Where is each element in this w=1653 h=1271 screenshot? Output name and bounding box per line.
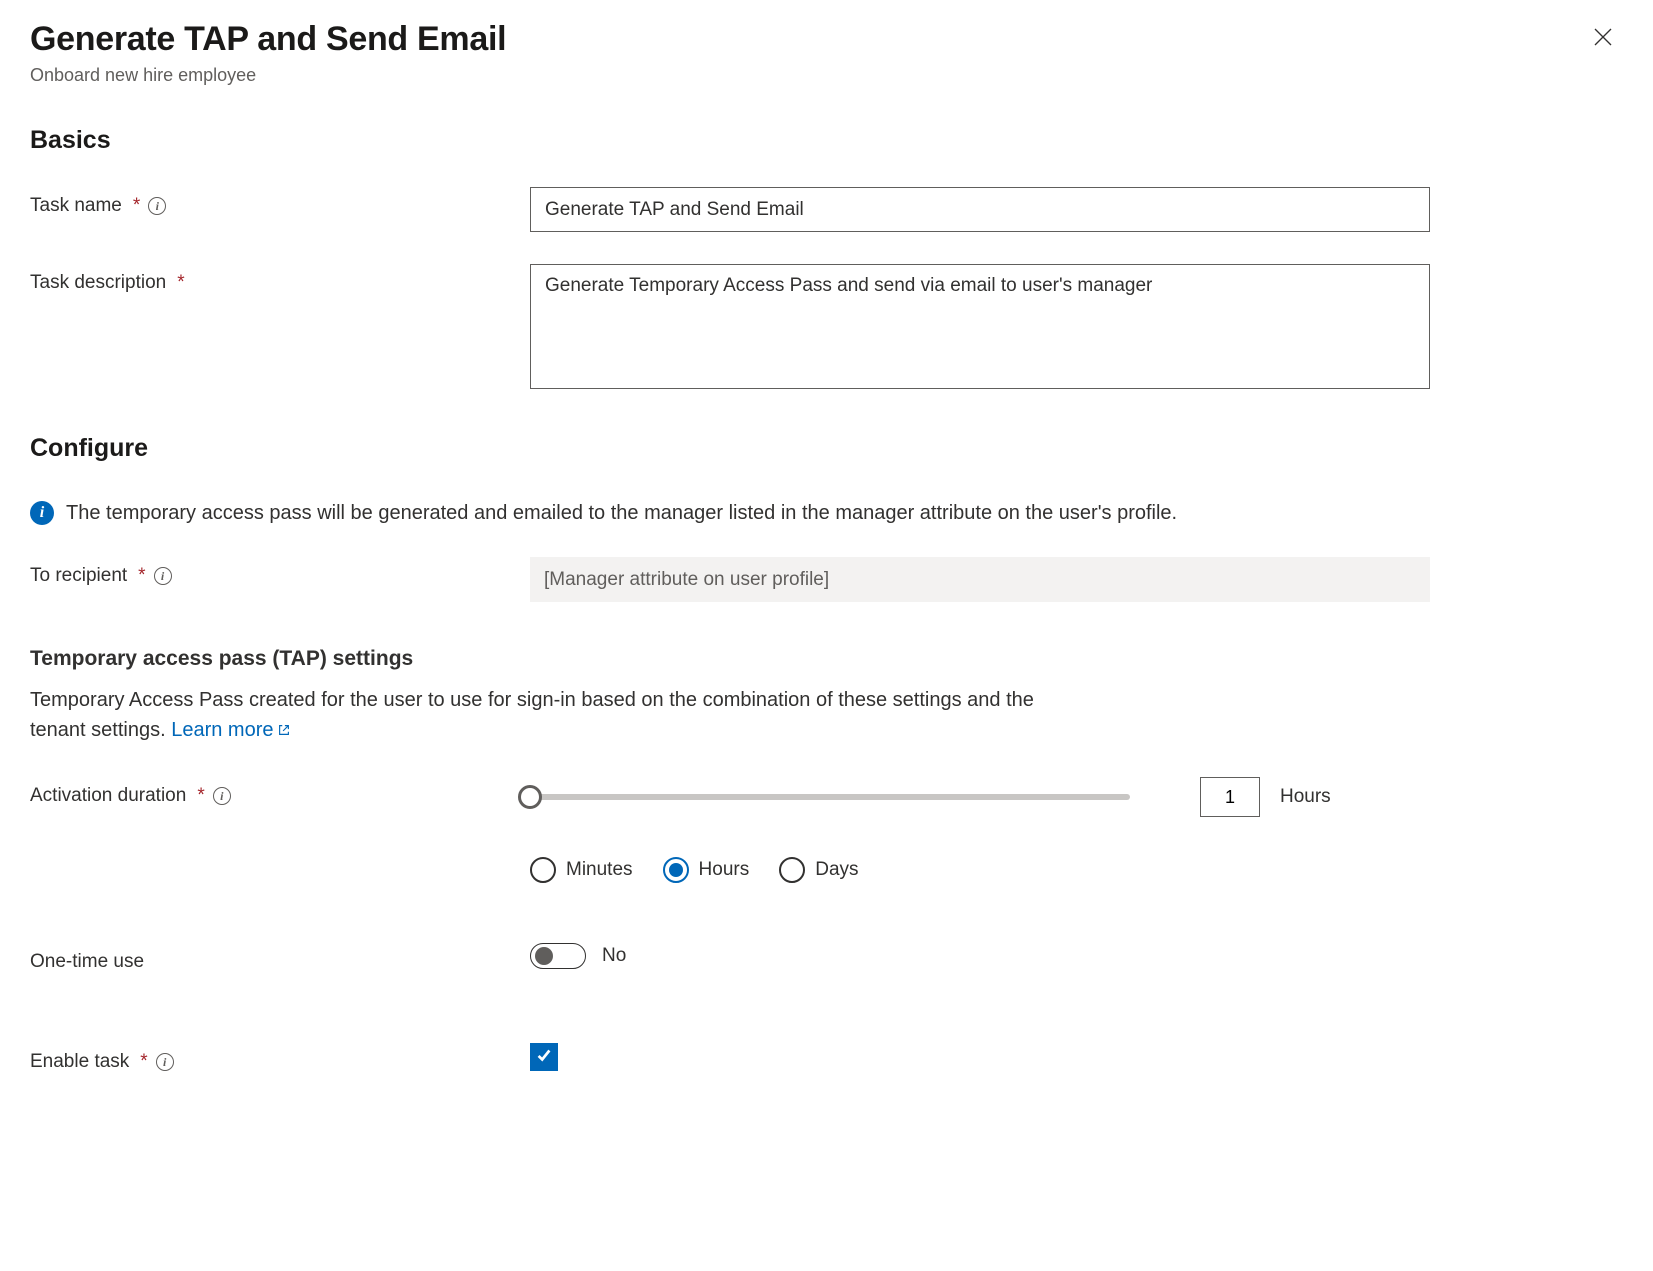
- required-marker: *: [177, 272, 184, 294]
- close-icon: [1593, 22, 1613, 53]
- info-icon[interactable]: i: [154, 567, 172, 585]
- required-marker: *: [197, 785, 204, 807]
- radio-minutes[interactable]: Minutes: [530, 857, 633, 883]
- task-name-input[interactable]: [530, 187, 1430, 232]
- required-marker: *: [140, 1051, 147, 1073]
- to-recipient-label: To recipient: [30, 565, 127, 587]
- activation-duration-slider[interactable]: [530, 794, 1130, 800]
- check-icon: [535, 1046, 553, 1069]
- info-icon[interactable]: i: [148, 197, 166, 215]
- one-time-use-value: No: [602, 945, 626, 967]
- activation-duration-unit: Hours: [1280, 786, 1331, 808]
- external-link-icon: [273, 719, 291, 741]
- info-icon[interactable]: i: [156, 1053, 174, 1071]
- radio-label: Days: [815, 859, 858, 881]
- toggle-knob: [535, 947, 553, 965]
- tap-settings-heading: Temporary access pass (TAP) settings: [30, 647, 1623, 671]
- radio-hours[interactable]: Hours: [663, 857, 750, 883]
- task-description-input[interactable]: Generate Temporary Access Pass and send …: [530, 264, 1430, 389]
- one-time-use-toggle[interactable]: [530, 943, 586, 969]
- radio-days[interactable]: Days: [779, 857, 858, 883]
- slider-thumb[interactable]: [518, 785, 542, 809]
- activation-duration-value-input[interactable]: [1200, 777, 1260, 817]
- configure-heading: Configure: [30, 434, 1623, 463]
- to-recipient-input: [Manager attribute on user profile]: [530, 557, 1430, 602]
- activation-duration-label: Activation duration: [30, 785, 186, 807]
- enable-task-label: Enable task: [30, 1051, 129, 1073]
- required-marker: *: [133, 195, 140, 217]
- tap-settings-description: Temporary Access Pass created for the us…: [30, 685, 1090, 745]
- info-icon[interactable]: i: [213, 787, 231, 805]
- task-name-label: Task name: [30, 195, 122, 217]
- one-time-use-label: One-time use: [30, 951, 144, 973]
- enable-task-checkbox[interactable]: [530, 1043, 558, 1071]
- duration-unit-radio-group: Minutes Hours Days: [530, 857, 1430, 883]
- info-filled-icon: i: [30, 501, 54, 525]
- learn-more-link[interactable]: Learn more: [171, 719, 291, 741]
- required-marker: *: [138, 565, 145, 587]
- callout-text: The temporary access pass will be genera…: [66, 502, 1177, 525]
- basics-heading: Basics: [30, 126, 1623, 155]
- close-button[interactable]: [1583, 20, 1623, 56]
- info-callout: i The temporary access pass will be gene…: [30, 501, 1623, 525]
- radio-label: Hours: [699, 859, 750, 881]
- task-description-label: Task description: [30, 272, 166, 294]
- page-subtitle: Onboard new hire employee: [30, 65, 506, 86]
- page-title: Generate TAP and Send Email: [30, 20, 506, 59]
- radio-label: Minutes: [566, 859, 633, 881]
